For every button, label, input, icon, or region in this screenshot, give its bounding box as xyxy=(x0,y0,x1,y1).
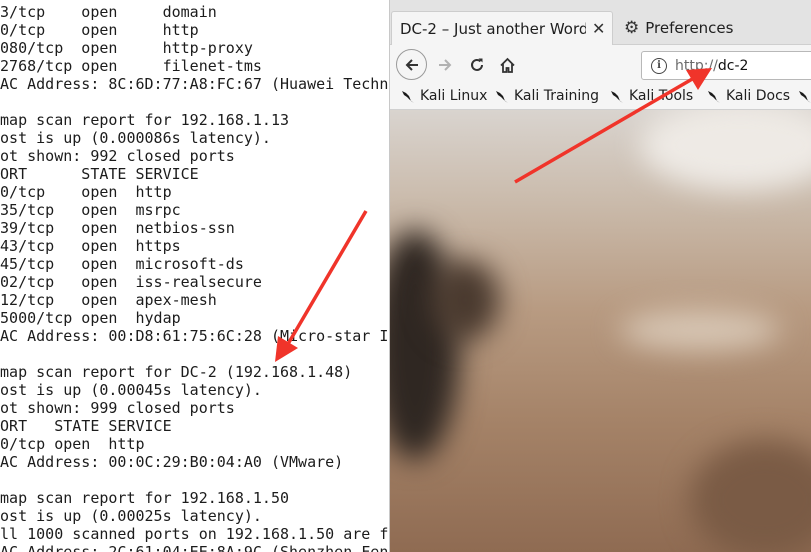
terminal-line: Nmap scan report for 192.168.1.50 xyxy=(0,489,290,507)
gear-icon: ⚙ xyxy=(624,18,640,38)
terminal-line: 32768/tcp open filenet-tms xyxy=(0,57,262,75)
back-button[interactable] xyxy=(396,49,427,80)
home-button[interactable] xyxy=(492,50,522,80)
bookmark-label: Kali Tools xyxy=(629,88,694,104)
tab-dc2[interactable]: DC-2 – Just another WordPress site ✕ xyxy=(391,11,613,45)
terminal-output: 53/tcp open domain 80/tcp open http 8080/t… xyxy=(0,3,388,552)
arrow-right-icon xyxy=(439,59,452,71)
info-icon[interactable]: i xyxy=(651,57,667,74)
browser-window: DC-2 – Just another WordPress site ✕ ⚙ P… xyxy=(389,0,811,552)
page-content xyxy=(390,110,811,552)
blurred-shape xyxy=(620,310,780,350)
terminal-line: 80/tcp open http xyxy=(0,435,145,453)
bookmark-label: Kali Docs xyxy=(726,88,791,104)
terminal-line: Nmap scan report for DC-2 (192.168.1.48) xyxy=(0,363,353,381)
terminal-line: 443/tcp open https xyxy=(0,237,181,255)
bookmark-label: Kali Linux xyxy=(420,88,488,104)
blurred-shape xyxy=(430,260,500,340)
url-host: dc-2 xyxy=(717,57,749,74)
terminal-line: 53/tcp open domain xyxy=(0,3,217,21)
terminal-line: All 1000 scanned ports on 192.168.1.50 a… xyxy=(0,525,389,543)
bookmarks-bar: Kali Linux Kali Training Kali Tools Kali Do… xyxy=(390,85,811,110)
terminal-line: Host is up (0.000086s latency). xyxy=(0,129,271,147)
bookmark-item[interactable]: Kali Linux xyxy=(400,88,487,104)
url-scheme: http:// xyxy=(675,57,718,74)
blurred-shape xyxy=(640,110,811,190)
kali-dragon-icon xyxy=(799,91,811,103)
terminal-line: 912/tcp open apex-mesh xyxy=(0,291,217,309)
url-input[interactable]: i http:// dc-2 xyxy=(641,51,811,80)
terminal-line: 139/tcp open netbios-ssn xyxy=(0,219,235,237)
home-icon xyxy=(499,57,515,73)
terminal-line: 15000/tcp open hydap xyxy=(0,309,181,327)
terminal-line: MAC Address: 00:0C:29:B0:04:A0 (VMware) xyxy=(0,453,344,471)
bookmark-item[interactable]: Kali Docs xyxy=(706,88,790,104)
reload-button[interactable] xyxy=(462,50,492,80)
kali-dragon-icon xyxy=(611,91,623,103)
bookmark-item[interactable]: Kali Tools xyxy=(609,88,693,104)
tab-preferences[interactable]: ⚙ Preferences xyxy=(620,11,733,45)
terminal-line: Nmap scan report for 192.168.1.13 xyxy=(0,111,290,129)
terminal-window: 53/tcp open domain 80/tcp open http 8080/t… xyxy=(0,0,390,552)
terminal-line: MAC Address: 8C:6D:77:A8:FC:67 (Huawei T… xyxy=(0,75,389,93)
terminal-line: MAC Address: 00:D8:61:75:6C:28 (Micro-st… xyxy=(0,327,389,345)
terminal-line: Host is up (0.00025s latency). xyxy=(0,507,262,525)
terminal-line: PORT STATE SERVICE xyxy=(0,165,199,183)
kali-dragon-icon xyxy=(402,91,414,103)
arrow-left-icon xyxy=(405,58,418,71)
terminal-line: 445/tcp open microsoft-ds xyxy=(0,255,244,273)
terminal-line: Not shown: 992 closed ports xyxy=(0,147,235,165)
close-icon[interactable]: ✕ xyxy=(592,19,605,38)
terminal-line: 902/tcp open iss-realsecure xyxy=(0,273,262,291)
bookmark-item[interactable]: Kali Training xyxy=(494,88,599,104)
navigation-bar: i http:// dc-2 xyxy=(390,45,811,85)
tab-preferences-title: Preferences xyxy=(645,19,734,37)
kali-dragon-icon xyxy=(496,91,508,103)
forward-button[interactable] xyxy=(430,50,460,80)
reload-icon xyxy=(471,58,483,71)
terminal-line: PORT STATE SERVICE xyxy=(0,417,172,435)
terminal-line: Not shown: 999 closed ports xyxy=(0,399,235,417)
blurred-shape xyxy=(690,440,811,552)
terminal-line: 8080/tcp open http-proxy xyxy=(0,39,253,57)
tab-strip: DC-2 – Just another WordPress site ✕ ⚙ P… xyxy=(390,0,811,45)
terminal-line: 135/tcp open msrpc xyxy=(0,201,181,219)
tab-dc2-title: DC-2 – Just another WordPress site xyxy=(400,19,586,38)
bookmark-label: Kali Training xyxy=(514,88,599,104)
terminal-line: 80/tcp open http xyxy=(0,183,172,201)
terminal-line: 80/tcp open http xyxy=(0,21,199,39)
bookmark-item[interactable]: Kali xyxy=(797,88,811,104)
terminal-line: Host is up (0.00045s latency). xyxy=(0,381,262,399)
terminal-line: MAC Address: 2C:61:04:EE:8A:9C (Shenzhen… xyxy=(0,543,389,552)
kali-dragon-icon xyxy=(708,91,720,103)
